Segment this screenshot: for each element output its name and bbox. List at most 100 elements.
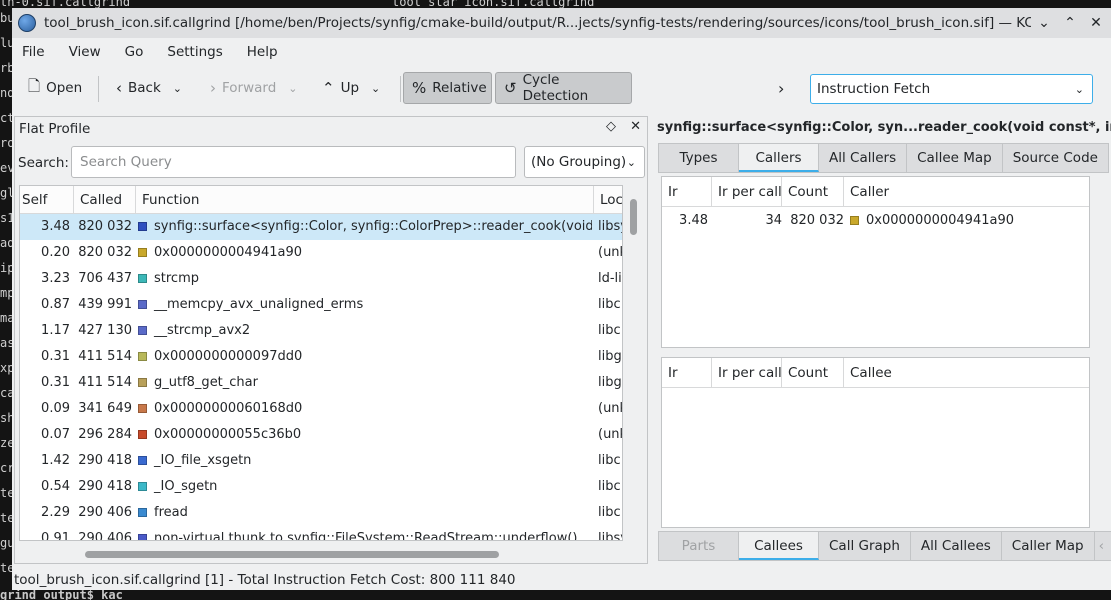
tab-callee-map[interactable]: Callee Map	[907, 144, 1003, 172]
relative-toggle[interactable]: % Relative	[403, 72, 492, 104]
tab-all-callees[interactable]: All Callees	[911, 532, 1002, 560]
table-row[interactable]: 0.07 296 284 0x00000000055c36b0 (unk	[20, 422, 622, 448]
chevron-left-icon[interactable]: ‹	[1099, 538, 1104, 554]
caller-count[interactable]: 820 032	[782, 209, 844, 233]
tab-all-callers[interactable]: All Callers	[819, 144, 908, 172]
caller-ir-per-call[interactable]: 34	[712, 209, 782, 233]
flat-profile-table[interactable]: Self Called Function Location 3.48 820 03…	[19, 185, 623, 541]
chevron-down-icon[interactable]: ⌄	[371, 82, 380, 95]
column-count[interactable]: Count	[782, 358, 844, 388]
cost-color-swatch	[138, 300, 147, 309]
callees-header: Ir Ir per call Count Callee	[662, 358, 1089, 388]
column-caller[interactable]: Caller	[844, 177, 1091, 207]
column-self[interactable]: Self	[20, 186, 74, 214]
menu-settings[interactable]: Settings	[167, 44, 222, 60]
function-name: _IO_sgetn	[154, 479, 218, 494]
toolbar: 🗋 Open ‹ Back ⌄ › Forward ⌄ ⌃ Up ⌄ % Rel…	[12, 72, 1111, 108]
table-row[interactable]: 0.31 411 514 g_utf8_get_char libgl	[20, 370, 622, 396]
table-row[interactable]: 3.48 820 032 synfig::surface<synfig::Color…	[20, 214, 622, 240]
function-name: 0x00000000055c36b0	[154, 427, 302, 442]
toolbar-overflow-button[interactable]: ›	[770, 72, 792, 104]
self-cost: 1.17	[41, 323, 70, 338]
tab-source-code[interactable]: Source Code	[1003, 144, 1108, 172]
menu-view[interactable]: View	[69, 44, 101, 60]
chevron-down-icon[interactable]: ⌄	[288, 82, 297, 95]
grouping-select[interactable]: (No Grouping) ⌄	[524, 146, 645, 178]
table-row[interactable]: 0.87 439 991 __memcpy_avx_unaligned_erms li…	[20, 292, 622, 318]
caller-name-cell[interactable]: 0x0000000004941a90	[850, 209, 1014, 233]
caller-name: 0x0000000004941a90	[866, 213, 1014, 228]
cost-color-swatch	[138, 274, 147, 283]
scrollbar-thumb[interactable]	[85, 551, 499, 558]
cost-color-swatch	[138, 482, 147, 491]
function-name: 0x0000000004941a90	[154, 245, 302, 260]
close-button[interactable]: ✕	[1083, 15, 1109, 31]
column-ir[interactable]: Ir	[662, 358, 712, 388]
minimize-button[interactable]: ⌄	[1031, 15, 1057, 31]
up-button[interactable]: ⌃ Up ⌄	[314, 72, 388, 104]
search-input[interactable]: Search Query	[71, 146, 516, 178]
column-location[interactable]: Location	[594, 186, 622, 214]
flat-profile-dock: Flat Profile ◇ ✕ Search: Search Query (N…	[14, 116, 648, 564]
horizontal-scrollbar[interactable]	[19, 549, 623, 561]
maximize-button[interactable]: ⌃	[1057, 15, 1083, 31]
column-ir-per-call[interactable]: Ir per call	[712, 358, 782, 388]
callers-pane[interactable]: Ir Ir per call Count Caller 3.48 34 820 …	[661, 176, 1090, 348]
tab-callees[interactable]: Callees	[739, 532, 819, 560]
function-name: 0x00000000060168d0	[154, 401, 303, 416]
function-cell: synfig::surface<synfig::Color, synfig::C…	[138, 214, 592, 240]
location: libsy	[598, 219, 622, 234]
event-type-select[interactable]: Instruction Fetch ⌄	[810, 74, 1093, 104]
menu-file[interactable]: File	[22, 44, 45, 60]
column-ir-per-call[interactable]: Ir per call	[712, 177, 782, 207]
tab-parts[interactable]: Parts	[659, 532, 739, 560]
function-cell: __memcpy_avx_unaligned_erms	[138, 292, 592, 318]
column-called[interactable]: Called	[74, 186, 136, 214]
table-row[interactable]: 2.29 290 406 fread libc.s	[20, 500, 622, 526]
tab-caller-map[interactable]: Caller Map	[1002, 532, 1095, 560]
open-button[interactable]: 🗋 Open	[20, 72, 90, 104]
forward-button[interactable]: › Forward ⌄	[202, 72, 306, 104]
column-callee[interactable]: Callee	[844, 358, 1091, 388]
self-cost: 0.09	[41, 401, 70, 416]
table-row[interactable]: 1.17 427 130 __strcmp_avx2 libc.s	[20, 318, 622, 344]
back-button[interactable]: ‹ Back ⌄	[108, 72, 190, 104]
location: ld-lin	[598, 271, 622, 286]
float-icon[interactable]: ◇	[606, 119, 616, 134]
location: (unk	[598, 245, 622, 260]
vertical-scrollbar[interactable]	[627, 185, 641, 541]
cost-color-swatch	[138, 378, 147, 387]
chevron-down-icon[interactable]: ⌄	[173, 82, 182, 95]
forward-label: Forward	[222, 80, 277, 96]
scrollbar-thumb[interactable]	[630, 199, 637, 235]
tab-call-graph[interactable]: Call Graph	[819, 532, 911, 560]
menu-go[interactable]: Go	[125, 44, 144, 60]
table-row[interactable]: 0.20 820 032 0x0000000004941a90 (unk	[20, 240, 622, 266]
search-label: Search:	[18, 155, 69, 171]
close-icon[interactable]: ✕	[630, 119, 641, 134]
self-cost: 0.54	[41, 479, 70, 494]
menu-help[interactable]: Help	[247, 44, 278, 60]
table-row[interactable]: 0.31 411 514 0x0000000000097dd0 libgl	[20, 344, 622, 370]
self-cost: 0.31	[41, 375, 70, 390]
toolbar-separator	[400, 76, 401, 102]
function-name: _IO_file_xsgetn	[154, 453, 252, 468]
column-function[interactable]: Function	[136, 186, 594, 214]
table-row[interactable]: 0.09 341 649 0x00000000060168d0 (unk	[20, 396, 622, 422]
table-row[interactable]: 0.91 290 406 non-virtual thunk to synfig::…	[20, 526, 622, 541]
table-row[interactable]: 3.23 706 437 strcmp ld-lin	[20, 266, 622, 292]
called-count: 706 437	[78, 271, 132, 286]
cycle-detection-toggle[interactable]: ↺ Cycle Detection	[495, 72, 632, 104]
tab-callers[interactable]: Callers	[739, 144, 819, 172]
called-count: 290 406	[78, 531, 132, 541]
table-row[interactable]: 1.42 290 418 _IO_file_xsgetn libc.s	[20, 448, 622, 474]
title-bar[interactable]: tool_brush_icon.sif.callgrind [/home/ben…	[12, 8, 1111, 38]
callees-pane[interactable]: Ir Ir per call Count Callee	[661, 357, 1090, 528]
table-row[interactable]: 0.54 290 418 _IO_sgetn libc.s	[20, 474, 622, 500]
column-ir[interactable]: Ir	[662, 177, 712, 207]
relative-label: Relative	[432, 80, 487, 96]
column-count[interactable]: Count	[782, 177, 844, 207]
tab-types[interactable]: Types	[659, 144, 739, 172]
called-count: 820 032	[78, 219, 132, 234]
caller-ir[interactable]: 3.48	[662, 209, 708, 233]
